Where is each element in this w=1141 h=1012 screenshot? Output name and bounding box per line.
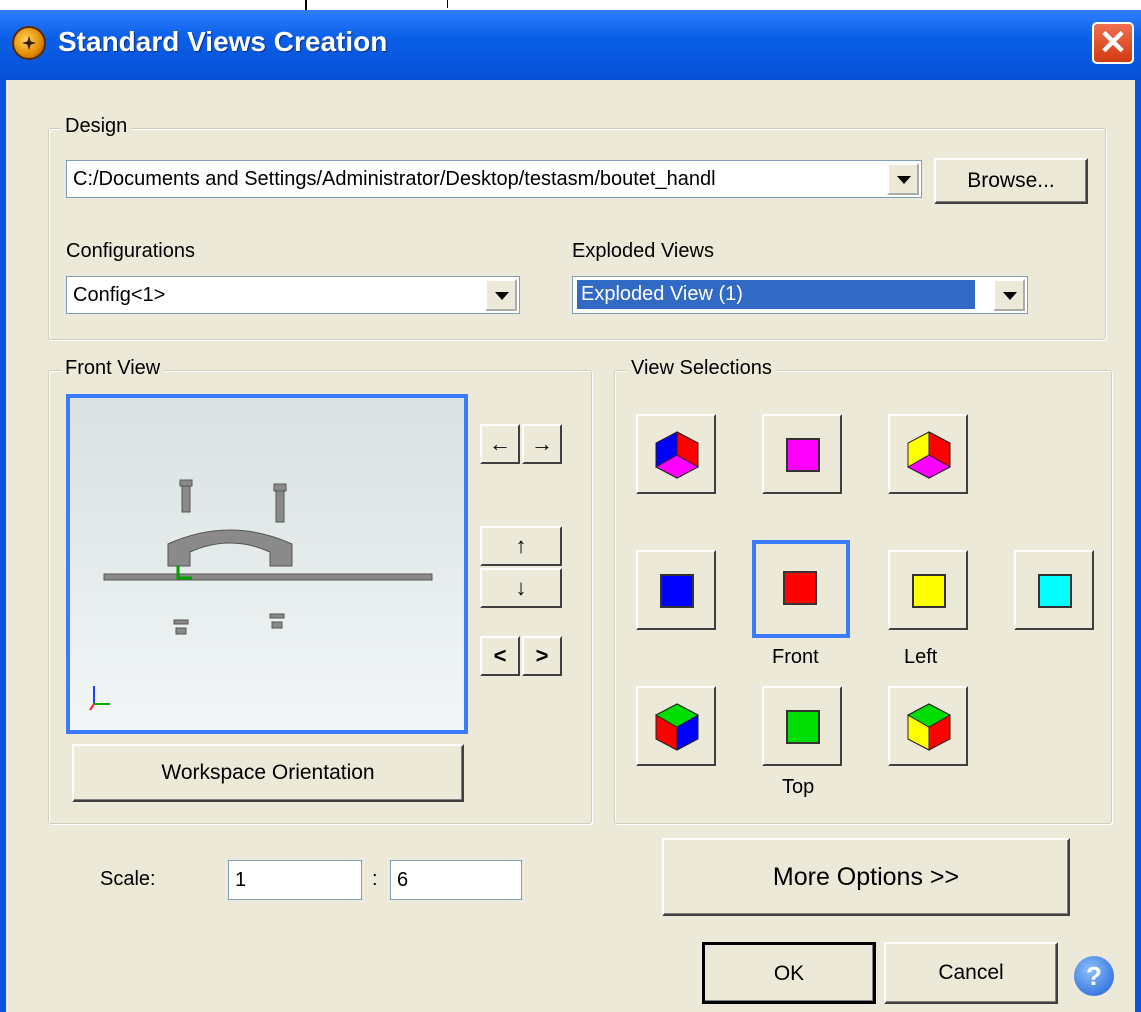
pan-up-button[interactable]: ↑ — [480, 526, 562, 566]
window-title: Standard Views Creation — [58, 26, 388, 57]
front-face-icon — [783, 571, 817, 605]
pan-down-button[interactable]: ↓ — [480, 568, 562, 608]
rotate-left-button[interactable]: < — [480, 636, 520, 676]
cancel-button[interactable]: Cancel — [884, 942, 1058, 1004]
view-top-button[interactable] — [762, 686, 842, 766]
view-top-label: Top — [782, 776, 815, 798]
dialog-window: Standard Views Creation ✕ Design C:/Docu… — [0, 10, 1141, 1012]
chevron-down-icon[interactable] — [485, 279, 517, 311]
scale-label: Scale: — [100, 868, 156, 890]
bottom-face-icon — [786, 438, 820, 472]
design-legend: Design — [61, 115, 132, 138]
workspace-orientation-button[interactable]: Workspace Orientation — [72, 744, 464, 802]
top-face-icon — [786, 710, 820, 744]
view-iso-top-button[interactable] — [636, 686, 716, 766]
design-path-dropdown[interactable]: C:/Documents and Settings/Administrator/… — [66, 160, 922, 198]
configurations-label: Configurations — [66, 240, 195, 262]
view-front-button[interactable] — [752, 540, 850, 638]
browse-button[interactable]: Browse... — [934, 158, 1088, 204]
view-iso-bottom-left-button[interactable] — [888, 414, 968, 494]
more-options-button[interactable]: More Options >> — [662, 838, 1070, 916]
chevron-down-icon[interactable] — [887, 163, 919, 195]
view-left-button[interactable] — [888, 550, 968, 630]
iso-cube-icon — [906, 431, 952, 479]
configurations-value: Config<1> — [73, 284, 166, 306]
help-icon[interactable]: ? — [1074, 956, 1114, 996]
model-preview[interactable] — [66, 394, 468, 734]
view-back-button[interactable] — [636, 550, 716, 630]
scale-separator: : — [372, 868, 378, 890]
rotate-right-button[interactable]: > — [522, 636, 562, 676]
exploded-views-value: Exploded View (1) — [576, 279, 976, 310]
iso-cube-icon — [654, 431, 700, 479]
view-left-label: Left — [904, 646, 938, 668]
title-bar[interactable]: Standard Views Creation ✕ — [0, 10, 1141, 80]
iso-cube-icon — [654, 703, 700, 751]
chevron-down-icon[interactable] — [993, 279, 1025, 311]
model-preview-drawing — [89, 479, 433, 711]
view-selections-legend: View Selections — [627, 357, 776, 380]
configurations-dropdown[interactable]: Config<1> — [66, 276, 520, 314]
dialog-body: Design C:/Documents and Settings/Adminis… — [6, 80, 1135, 1012]
front-view-legend: Front View — [61, 357, 165, 380]
view-bottom-button[interactable] — [762, 414, 842, 494]
view-front-label: Front — [772, 646, 819, 668]
iso-cube-icon — [906, 703, 952, 751]
left-face-icon — [912, 574, 946, 608]
view-iso-top-left-button[interactable] — [888, 686, 968, 766]
exploded-views-label: Exploded Views — [572, 240, 714, 262]
view-iso-bottom-button[interactable] — [636, 414, 716, 494]
pan-right-button[interactable]: → — [522, 424, 562, 464]
scale-numerator-input[interactable]: 1 — [228, 860, 362, 900]
view-right-button[interactable] — [1014, 550, 1094, 630]
back-face-icon — [660, 574, 694, 608]
pan-left-button[interactable]: ← — [480, 424, 520, 464]
close-button[interactable]: ✕ — [1092, 22, 1134, 64]
design-path-value: C:/Documents and Settings/Administrator/… — [73, 168, 716, 190]
ok-button[interactable]: OK — [702, 942, 876, 1004]
right-face-icon — [1038, 574, 1072, 608]
exploded-views-dropdown[interactable]: Exploded View (1) — [572, 276, 1028, 314]
app-logo-icon — [12, 26, 46, 60]
scale-denominator-input[interactable]: 6 — [390, 860, 522, 900]
